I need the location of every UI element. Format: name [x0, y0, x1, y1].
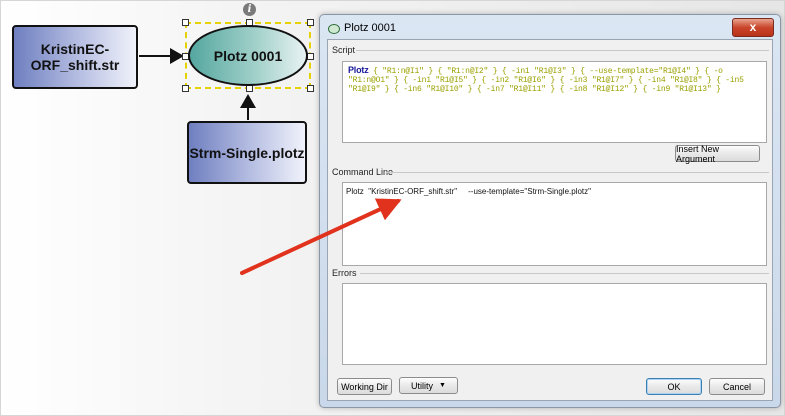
dropdown-caret-icon: ▼ — [439, 382, 446, 389]
insert-new-argument-button[interactable]: Insert New Argument — [675, 144, 760, 164]
close-icon[interactable]: x — [732, 18, 774, 37]
command-group-line — [386, 172, 769, 173]
node-label-strm: Strm-Single.plotz — [189, 144, 305, 161]
dialog-title: Plotz 0001 — [344, 22, 396, 34]
info-icon[interactable]: i — [243, 3, 256, 16]
plotz-dialog: Plotz 0001 x Script Plotz { "R1:n@I1" } … — [319, 14, 781, 408]
script-arguments: { "R1:n@I1" } { "R1:n@I2" } { -in1 "R1@I… — [348, 67, 744, 94]
resize-handle[interactable] — [246, 85, 253, 92]
plotz-window-icon — [328, 24, 340, 34]
node-label-kristin: KristinEC-ORF_shift.str — [30, 41, 120, 73]
ok-button[interactable]: OK — [646, 378, 702, 395]
cancel-button[interactable]: Cancel — [709, 378, 765, 395]
command-line-text: Plotz "KristinEC-ORF_shift.str" --use-te… — [346, 187, 591, 196]
resize-handle[interactable] — [307, 85, 314, 92]
resize-handle[interactable] — [307, 53, 314, 60]
input-node-kristin[interactable]: KristinEC-ORF_shift.str — [12, 25, 138, 89]
errors-label: Errors — [332, 268, 357, 278]
command-line-label: Command Line — [332, 167, 394, 177]
node-label-plotz: Plotz 0001 — [213, 47, 283, 64]
script-editor[interactable]: Plotz { "R1:n@I1" } { "R1:n@I2" } { -in1… — [342, 61, 767, 143]
command-line-box[interactable]: Plotz "KristinEC-ORF_shift.str" --use-te… — [342, 182, 767, 266]
script-group-line — [356, 50, 769, 51]
plotz-node[interactable]: Plotz 0001 — [188, 25, 308, 86]
script-content: Plotz { "R1:n@I1" } { "R1:n@I2" } { -in1… — [348, 65, 763, 95]
resize-handle[interactable] — [182, 85, 189, 92]
errors-box[interactable] — [342, 283, 767, 365]
working-dir-button[interactable]: Working Dir — [337, 378, 392, 395]
dialog-client: Script Plotz { "R1:n@I1" } { "R1:n@I2" }… — [327, 39, 773, 401]
utility-dropdown[interactable]: Utility ▼ — [399, 377, 458, 394]
script-label: Script — [332, 45, 356, 55]
input-node-strm[interactable]: Strm-Single.plotz — [187, 121, 307, 184]
errors-group-line — [360, 273, 769, 274]
utility-label: Utility — [411, 380, 434, 391]
resize-handle[interactable] — [307, 19, 314, 26]
resize-handle[interactable] — [182, 19, 189, 26]
script-keyword: Plotz — [348, 65, 369, 75]
